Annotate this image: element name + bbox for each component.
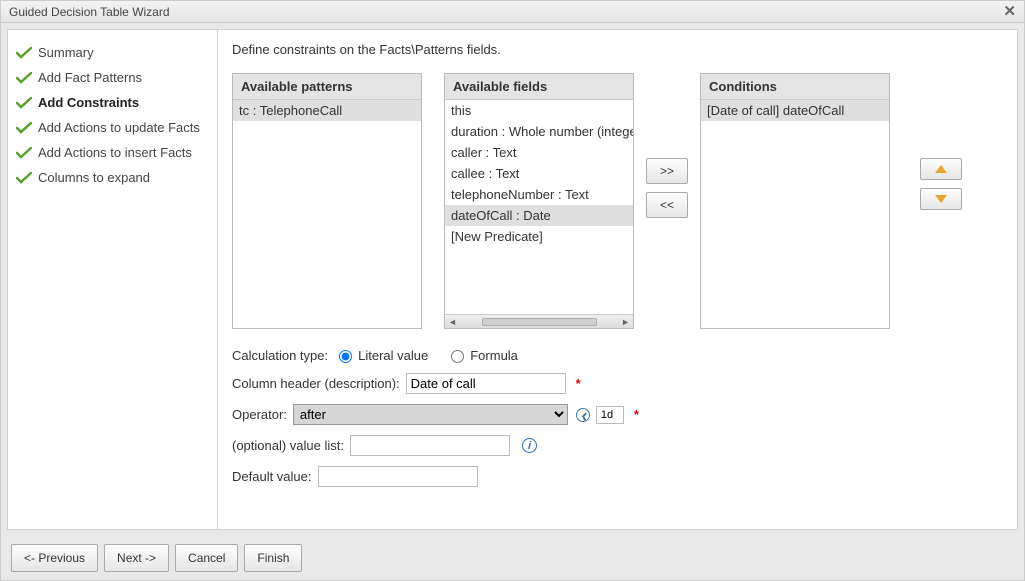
instruction-text: Define constraints on the Facts\Patterns… [232,42,1005,57]
wizard-window: Guided Decision Table Wizard ✕ Summary A… [0,0,1025,581]
list-item[interactable]: telephoneNumber : Text [445,184,633,205]
list-item[interactable]: tc : TelephoneCall [233,100,421,121]
conditions-list[interactable]: [Date of call] dateOfCall [701,100,889,328]
list-item[interactable]: [Date of call] dateOfCall [701,100,889,121]
info-icon[interactable]: i [522,438,537,453]
value-list-row: (optional) value list: i [232,435,1005,456]
operator-row: Operator: after * [232,404,1005,425]
arrow-up-icon [935,165,947,173]
nav-item-label: Add Actions to update Facts [38,120,200,135]
calc-type-row: Calculation type: Literal value Formula [232,347,1005,363]
add-field-button[interactable]: >> [646,158,688,184]
required-marker: * [634,407,639,422]
scroll-right-icon[interactable]: ► [621,317,630,327]
check-icon [16,47,32,59]
calc-formula-input[interactable] [451,350,464,363]
clock-icon[interactable] [576,408,590,422]
titlebar: Guided Decision Table Wizard ✕ [1,1,1024,23]
remove-field-button[interactable]: << [646,192,688,218]
fields-list[interactable]: this duration : Whole number (intege cal… [445,100,633,328]
default-value-row: Default value: [232,466,1005,487]
arrow-down-icon [935,195,947,203]
panel-header-fields: Available fields [445,74,633,100]
nav-item-columns-expand[interactable]: Columns to expand [14,165,211,190]
nav-item-summary[interactable]: Summary [14,40,211,65]
list-item[interactable]: caller : Text [445,142,633,163]
move-buttons: >> << [634,158,700,218]
nav-item-label: Add Fact Patterns [38,70,142,85]
default-value-label: Default value: [232,469,312,484]
list-item[interactable]: this [445,100,633,121]
next-button[interactable]: Next -> [104,544,169,572]
value-list-input[interactable] [350,435,510,456]
panel-header-patterns: Available patterns [233,74,421,100]
calc-literal-radio[interactable]: Literal value [334,347,428,363]
panel-header-conditions: Conditions [701,74,889,100]
calc-formula-text: Formula [470,348,518,363]
window-title: Guided Decision Table Wizard [9,5,170,19]
value-list-label: (optional) value list: [232,438,344,453]
wizard-nav: Summary Add Fact Patterns Add Constraint… [8,30,218,529]
operator-select[interactable]: after [293,404,568,425]
header-row: Column header (description): * [232,373,1005,394]
move-up-button[interactable] [920,158,962,180]
check-icon [16,147,32,159]
available-fields-panel: Available fields this duration : Whole n… [444,73,634,329]
list-item[interactable]: [New Predicate] [445,226,633,247]
check-icon [16,172,32,184]
patterns-list[interactable]: tc : TelephoneCall [233,100,421,328]
calc-type-label: Calculation type: [232,348,328,363]
body: Summary Add Fact Patterns Add Constraint… [7,29,1018,530]
calc-literal-input[interactable] [339,350,352,363]
cancel-button[interactable]: Cancel [175,544,238,572]
nav-item-label: Add Constraints [38,95,139,110]
default-value-input[interactable] [318,466,478,487]
required-marker: * [576,376,581,391]
conditions-panel: Conditions [Date of call] dateOfCall [700,73,890,329]
previous-button[interactable]: <- Previous [11,544,98,572]
list-item[interactable]: callee : Text [445,163,633,184]
nav-item-fact-patterns[interactable]: Add Fact Patterns [14,65,211,90]
column-header-label: Column header (description): [232,376,400,391]
operator-label: Operator: [232,407,287,422]
nav-item-update-actions[interactable]: Add Actions to update Facts [14,115,211,140]
main-panel: Define constraints on the Facts\Patterns… [218,30,1017,529]
list-item[interactable]: dateOfCall : Date [445,205,633,226]
reorder-buttons [908,158,974,210]
available-patterns-panel: Available patterns tc : TelephoneCall [232,73,422,329]
nav-item-constraints[interactable]: Add Constraints [14,90,211,115]
nav-item-label: Summary [38,45,94,60]
nav-item-label: Columns to expand [38,170,150,185]
list-item[interactable]: duration : Whole number (intege [445,121,633,142]
nav-item-insert-actions[interactable]: Add Actions to insert Facts [14,140,211,165]
check-icon [16,122,32,134]
check-icon [16,97,32,109]
calc-formula-radio[interactable]: Formula [446,347,518,363]
wizard-footer: <- Previous Next -> Cancel Finish [1,536,1024,580]
move-down-button[interactable] [920,188,962,210]
calc-literal-text: Literal value [358,348,428,363]
cep-window-input[interactable] [596,406,624,424]
nav-item-label: Add Actions to insert Facts [38,145,192,160]
column-header-input[interactable] [406,373,566,394]
columns-row: Available patterns tc : TelephoneCall Av… [232,73,1005,329]
scrollbar-thumb[interactable] [482,318,597,326]
close-icon[interactable]: ✕ [1003,4,1016,19]
finish-button[interactable]: Finish [244,544,302,572]
check-icon [16,72,32,84]
scroll-left-icon[interactable]: ◄ [448,317,457,327]
horizontal-scrollbar[interactable]: ◄ ► [445,314,633,328]
condition-form: Calculation type: Literal value Formula … [232,347,1005,487]
